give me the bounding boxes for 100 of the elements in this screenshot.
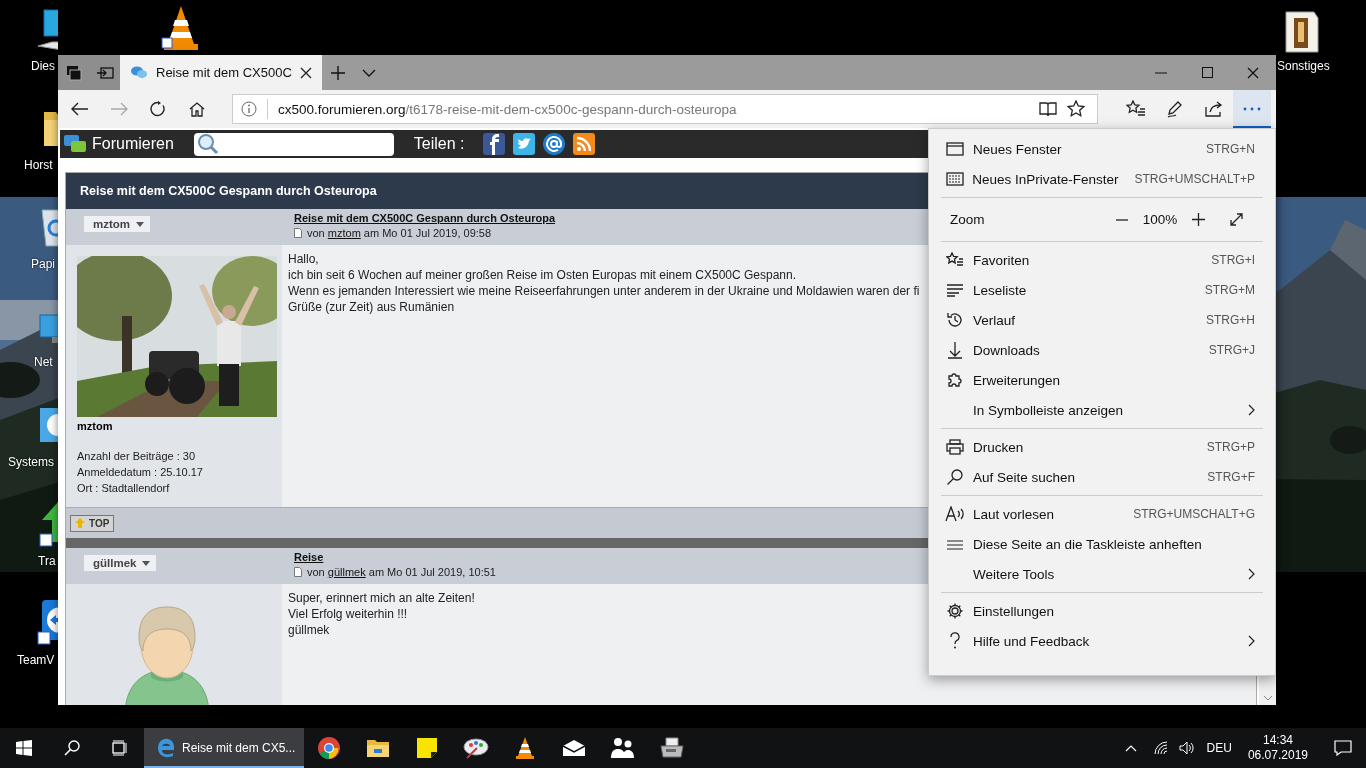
desktop-icon-label[interactable]: Net: [34, 355, 53, 369]
desktop-icon-label[interactable]: Papi: [31, 257, 56, 271]
up-arrow-icon[interactable]: [36, 500, 58, 548]
clock-date[interactable]: 06.07.2019: [1247, 748, 1308, 763]
profile-name[interactable]: mztom: [77, 420, 282, 432]
search-icon: [64, 740, 80, 756]
people-icon[interactable]: [610, 737, 635, 759]
menu-item[interactable]: Downloads STRG+J: [929, 335, 1275, 365]
user-dropdown[interactable]: güllmek: [84, 555, 157, 571]
desktop-icon-label[interactable]: Sonstiges: [1277, 59, 1330, 73]
minimize-icon: [1155, 71, 1167, 74]
brand-name[interactable]: Forumieren: [92, 135, 174, 153]
shortcut-text: STRG+I: [1211, 253, 1255, 267]
shortcut-text: STRG+J: [1208, 343, 1255, 357]
rss-icon[interactable]: [572, 133, 595, 155]
printer-icon: [946, 439, 964, 455]
chevron-up-icon[interactable]: [1124, 744, 1137, 752]
close-icon: [1247, 66, 1259, 79]
star-icon[interactable]: [1067, 100, 1085, 118]
desktop-icon-label[interactable]: Dies: [31, 59, 55, 73]
tab-preview-button[interactable]: [89, 55, 120, 90]
clock-time[interactable]: 14:34: [1262, 733, 1293, 748]
zoom-value: 100%: [1141, 212, 1179, 227]
shortcut-text: STRG+P: [1206, 440, 1255, 454]
pen-icon: [1165, 100, 1184, 118]
notification-icon[interactable]: [1334, 740, 1352, 756]
bird-icon[interactable]: [512, 133, 535, 155]
menu-item-label: Downloads: [973, 342, 1040, 358]
close-icon[interactable]: [300, 66, 312, 79]
menu-item-label: Neues InPrivate-Fenster: [972, 171, 1119, 187]
menu-item-label: Verlauf: [973, 312, 1016, 328]
sticky-note-icon[interactable]: [415, 737, 438, 759]
menu-item[interactable]: Neues InPrivate-Fenster STRG+UMSCHALT+P: [929, 164, 1275, 194]
author-link[interactable]: mztom: [327, 227, 361, 239]
shortcut-text: STRG+UMSCHALT+G: [1133, 507, 1255, 521]
palette-icon[interactable]: [462, 736, 489, 760]
menu-item[interactable]: Erweiterungen: [929, 365, 1275, 395]
profile-stat: Anzahl der Beiträge : 30: [77, 449, 197, 464]
profile-stat: Ort : Stadtallendorf: [77, 481, 171, 496]
chrome-icon[interactable]: [316, 736, 341, 760]
more-button[interactable]: [1233, 90, 1271, 128]
menu-item[interactable]: Neues Fenster STRG+N: [929, 134, 1275, 164]
search-icon: [946, 468, 964, 486]
search-field[interactable]: [193, 132, 394, 156]
input-language[interactable]: DEU: [1206, 741, 1232, 755]
private-window-icon: [945, 172, 964, 186]
user-dropdown[interactable]: mztom: [84, 216, 151, 232]
traffic-cone-icon[interactable]: [513, 736, 536, 760]
fax-machine-icon[interactable]: [659, 737, 684, 759]
chat-bubbles-icon[interactable]: [63, 133, 87, 155]
caret-icon: [142, 560, 151, 566]
tab-title: Reise mit dem CX500C: [156, 65, 292, 80]
wifi-icon[interactable]: [1152, 741, 1169, 755]
scroll-down-icon[interactable]: [1263, 696, 1272, 701]
tabs-aside-button[interactable]: [58, 55, 89, 90]
menu-item[interactable]: In Symbolleiste anzeigen: [929, 395, 1275, 425]
menu-item[interactable]: Weitere Tools: [929, 559, 1275, 589]
post-body: Hallo, ich bin seit 6 Wochen auf meiner großen Reise im Osten Europas mit einem CX500C Gespann. Wenn es jemanden Interessiert wie meine Reiseerfahrungen unter anderem in der Ukraine und Moldawien waren der fi Grüße (zur Zeit) aus Rumänien: [288, 251, 920, 315]
menu-item-label: In Symbolleiste anzeigen: [973, 402, 1124, 418]
profile-stat: Anmeldedatum : 25.10.17: [77, 465, 204, 480]
menu-item[interactable]: Favoriten STRG+I: [929, 245, 1275, 275]
menu-item[interactable]: Laut vorlesen STRG+UMSCHALT+G: [929, 499, 1275, 529]
back-arrow-icon: [70, 102, 89, 116]
menu-item[interactable]: Drucken STRG+P: [929, 432, 1275, 462]
menu-item-label: Drucken: [973, 439, 1024, 455]
menu-item[interactable]: Einstellungen: [929, 596, 1275, 626]
home-icon: [188, 101, 205, 117]
facebook-icon[interactable]: [482, 133, 505, 155]
caret-icon: [136, 221, 145, 227]
desktop-icon-label[interactable]: Horst: [24, 158, 53, 172]
maximize-icon: [1201, 67, 1213, 78]
top-button[interactable]: TOP: [70, 514, 115, 532]
menu-item[interactable]: Leseliste STRG+M: [929, 275, 1275, 305]
at-sign-icon[interactable]: [542, 133, 565, 155]
help-icon: [949, 632, 961, 650]
address-bar[interactable]: cx500.forumieren.org/t6178-reise-mit-dem-cx500c-gespann-durch-osteuropa: [232, 94, 1098, 124]
menu-item[interactable]: Verlauf STRG+H: [929, 305, 1275, 335]
book-icon[interactable]: [1039, 101, 1057, 117]
puzzle-icon: [946, 371, 964, 389]
document-icon: [294, 567, 302, 577]
plus-icon: [1191, 213, 1205, 226]
desktop-icon-label[interactable]: Tra: [38, 554, 56, 568]
menu-item[interactable]: Auf Seite suchen STRG+F: [929, 462, 1275, 492]
menu-item-label: Diese Seite an die Taskleiste anheften: [973, 536, 1202, 552]
shortcut-text: STRG+N: [1206, 142, 1255, 156]
menu-item-label: Hilfe und Feedback: [973, 633, 1090, 649]
post-body: Super, erinnert mich an alte Zeiten! Viel Erfolg weiterhin !!! güllmek: [288, 590, 475, 638]
speaker-icon[interactable]: [1178, 741, 1195, 755]
browser-tab[interactable]: Reise mit dem CX500C: [120, 55, 322, 90]
read-aloud-icon: [945, 506, 965, 522]
search-icon: [196, 133, 219, 155]
folder-icon[interactable]: [365, 737, 390, 759]
author-link[interactable]: güllmek: [327, 566, 366, 578]
window-icon: [946, 142, 964, 156]
menu-item[interactable]: Hilfe und Feedback: [929, 626, 1275, 656]
envelope-icon[interactable]: [561, 739, 586, 757]
desktop-icon-label[interactable]: TeamV: [17, 653, 55, 667]
menu-item[interactable]: Diese Seite an die Taskleiste anheften: [929, 529, 1275, 559]
taskbar-app[interactable]: Reise mit dem CX5...: [144, 728, 304, 768]
desktop-icon-label[interactable]: Systems: [8, 455, 54, 469]
